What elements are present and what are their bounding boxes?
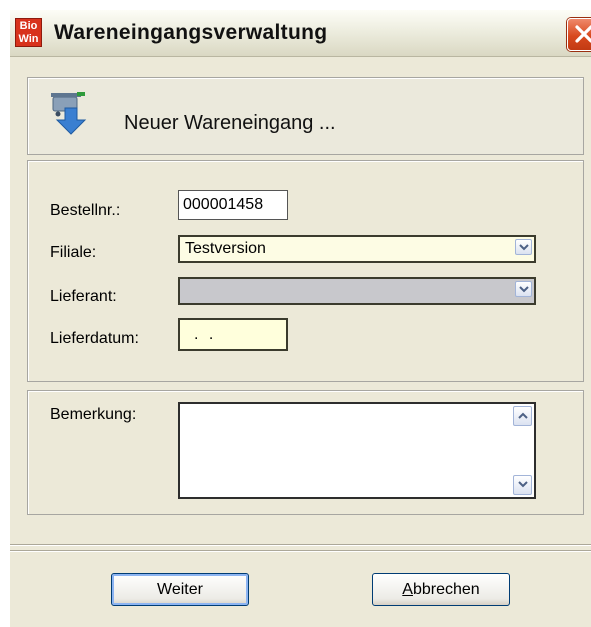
delivery-date-value: . . bbox=[194, 326, 217, 343]
form-panel bbox=[27, 160, 584, 382]
cart-arrow-icon bbox=[49, 90, 93, 141]
scroll-up-button[interactable] bbox=[513, 406, 532, 426]
supplier-label: Lieferant: bbox=[50, 288, 117, 305]
branch-dropdown-button[interactable] bbox=[515, 239, 532, 255]
dialog-window: Bio Win Wareneingangsverwaltung Neuer Wa… bbox=[10, 10, 591, 627]
header-heading: Neuer Wareneingang ... bbox=[124, 112, 336, 134]
order-number-value: 000001458 bbox=[183, 196, 264, 213]
order-number-field: 000001458 bbox=[178, 190, 288, 220]
cancel-mnemonic-letter: A bbox=[402, 581, 413, 598]
close-icon bbox=[575, 25, 591, 43]
footer-separator bbox=[10, 544, 591, 546]
scroll-down-button[interactable] bbox=[513, 475, 532, 495]
chevron-down-icon bbox=[519, 286, 529, 293]
supplier-dropdown-button[interactable] bbox=[515, 281, 532, 297]
delivery-date-field[interactable]: . . bbox=[178, 318, 288, 351]
branch-value: Testversion bbox=[185, 240, 266, 257]
next-button[interactable]: Weiter bbox=[111, 573, 249, 606]
order-number-label: Bestellnr.: bbox=[50, 202, 121, 219]
chevron-down-icon bbox=[518, 481, 528, 488]
delivery-date-label: Lieferdatum: bbox=[50, 330, 139, 347]
chevron-up-icon bbox=[518, 412, 528, 419]
header-panel: Neuer Wareneingang ... bbox=[27, 77, 584, 155]
remark-label: Bemerkung: bbox=[50, 406, 137, 423]
chevron-down-icon bbox=[519, 244, 529, 251]
window-title: Wareneingangsverwaltung bbox=[54, 21, 328, 44]
next-button-label: Weiter bbox=[157, 581, 203, 598]
footer-separator-2 bbox=[10, 550, 591, 552]
branch-select[interactable]: Testversion bbox=[178, 235, 536, 263]
title-bar[interactable]: Bio Win Wareneingangsverwaltung bbox=[10, 10, 591, 57]
branch-label: Filiale: bbox=[50, 244, 97, 261]
close-button[interactable] bbox=[567, 18, 591, 51]
supplier-select[interactable] bbox=[178, 277, 536, 305]
cancel-button[interactable]: A Abbrechen bbox=[372, 573, 510, 606]
cancel-button-label: Abbrechen bbox=[402, 581, 480, 598]
app-logo-icon: Bio Win bbox=[15, 18, 42, 47]
remark-textarea[interactable] bbox=[178, 402, 536, 499]
